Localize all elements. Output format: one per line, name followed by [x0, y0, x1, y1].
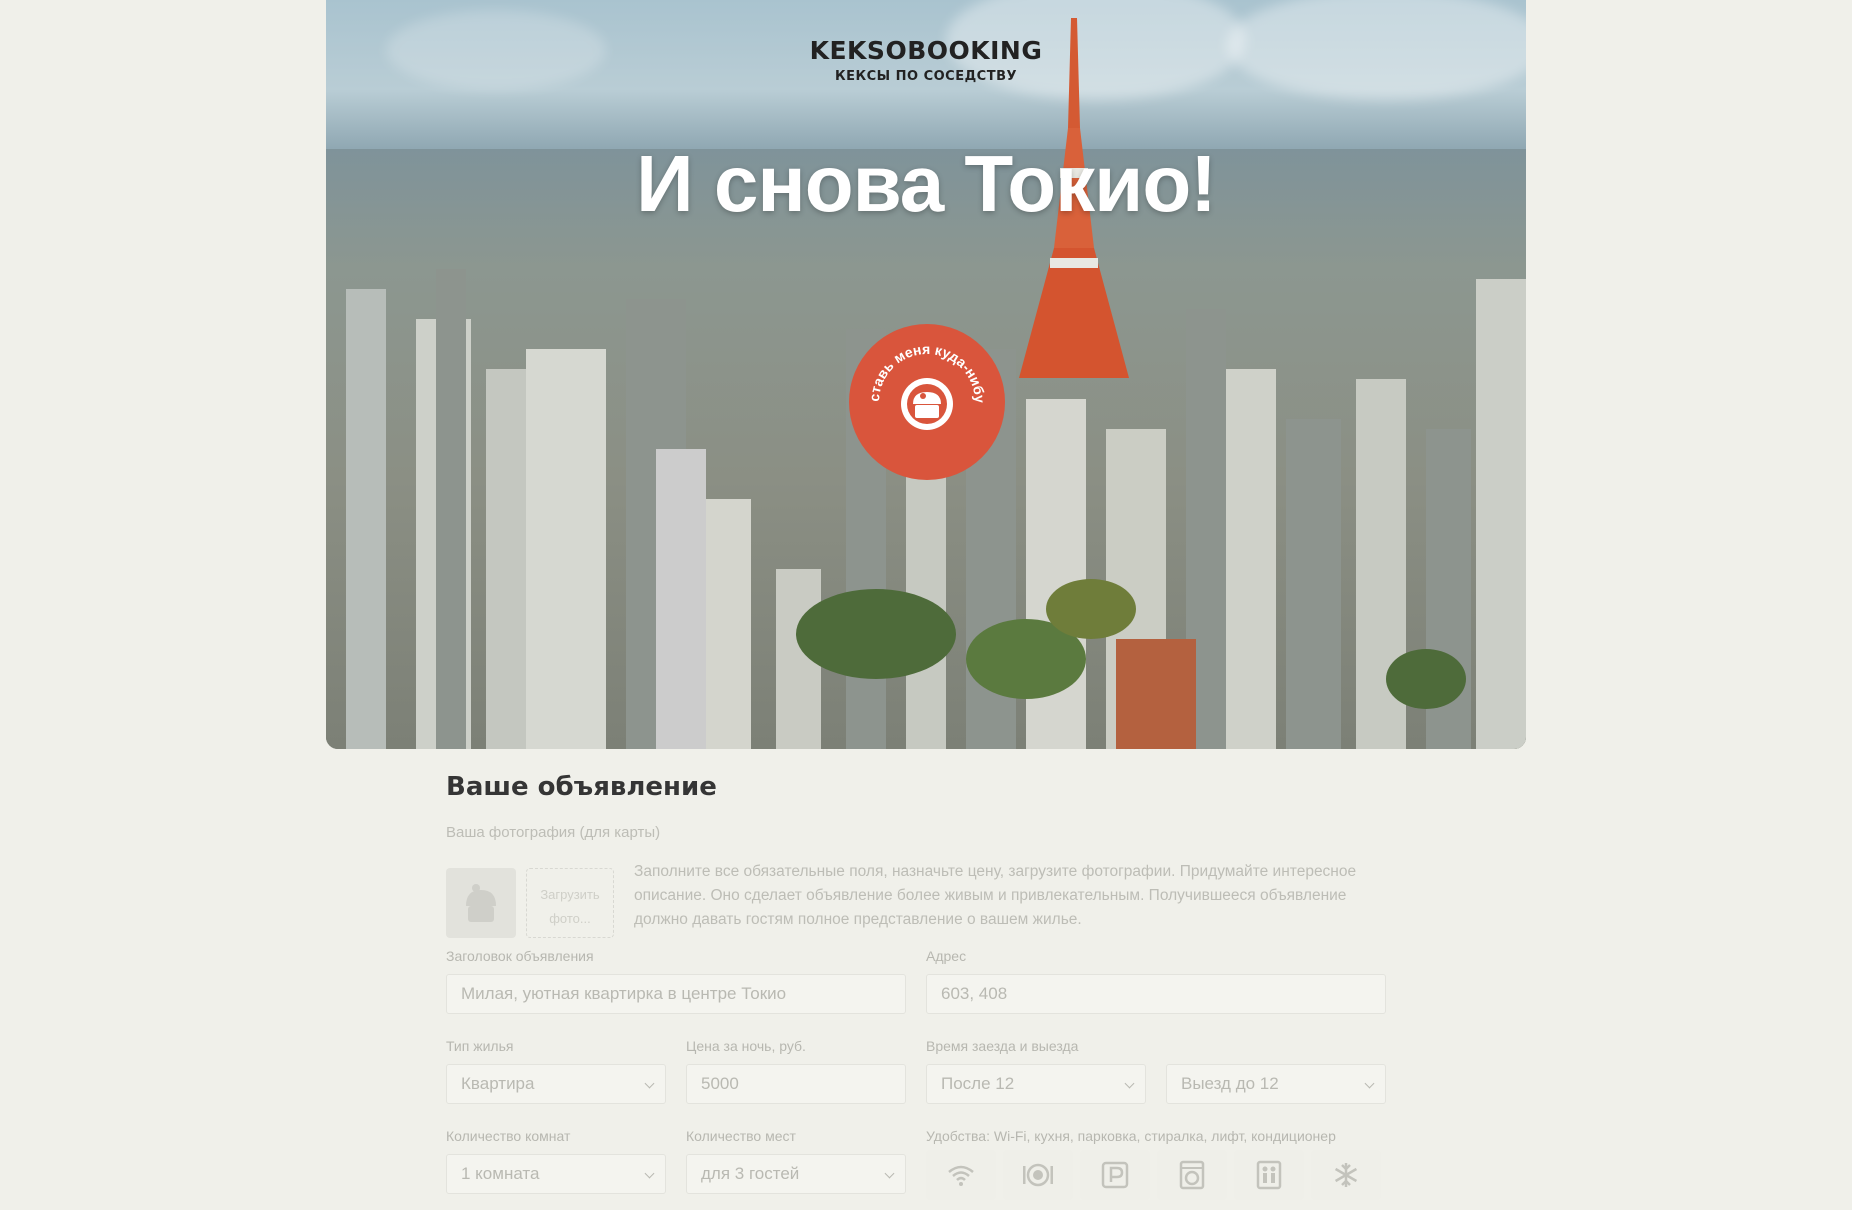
logo: KEKSOBOOKING КЕКСЫ ПО СОСЕДСТВУ — [326, 36, 1526, 84]
photo-label: Ваша фотография (для карты) — [446, 824, 661, 841]
map-hero[interactable]: KEKSOBOOKING КЕКСЫ ПО СОСЕДСТВУ И снова … — [326, 0, 1526, 749]
feature-elevator[interactable] — [1234, 1150, 1304, 1200]
address-label: Адрес — [926, 948, 967, 964]
price-label: Цена за ночь, руб. — [686, 1038, 806, 1054]
avatar-preview — [446, 868, 516, 938]
title-label: Заголовок объявления — [446, 948, 594, 964]
form-hint: Заполните все обязательные поля, назначь… — [634, 863, 1357, 928]
wifi-icon — [948, 1165, 974, 1186]
main-pin[interactable]: Поставь меня куда-нибудь — [849, 324, 1005, 480]
checkin-select[interactable]: После 12 — [926, 1064, 1146, 1104]
elevator-icon — [1256, 1160, 1282, 1190]
main-pin-graphic: Поставь меня куда-нибудь — [849, 324, 988, 430]
checkout-value: Выезд до 12 — [1181, 1074, 1279, 1093]
cupcake-icon — [901, 378, 953, 430]
capacity-value: для 3 гостей — [701, 1164, 800, 1183]
feature-washer[interactable] — [1157, 1150, 1227, 1200]
rooms-label: Количество комнат — [446, 1128, 571, 1144]
address-input[interactable]: 603, 408 — [926, 974, 1386, 1014]
features-label: Удобства: Wi-Fi, кухня, парковка, стирал… — [926, 1128, 1336, 1144]
washer-icon — [1179, 1160, 1205, 1190]
cupcake-icon — [466, 884, 496, 922]
logo-tagline: КЕКСЫ ПО СОСЕДСТВУ — [834, 69, 1018, 84]
capacity-label: Количество мест — [686, 1128, 796, 1144]
type-select[interactable]: Квартира — [446, 1064, 666, 1104]
price-input[interactable]: 5000 — [686, 1064, 906, 1104]
rooms-select[interactable]: 1 комната — [446, 1154, 666, 1194]
dishwasher-icon — [1023, 1163, 1053, 1187]
hero-title: И снова Токио! — [636, 139, 1217, 228]
type-value: Квартира — [461, 1074, 535, 1093]
form-title: Ваше объявление — [446, 772, 717, 802]
feature-dishwasher[interactable] — [1003, 1150, 1073, 1200]
logo-name: KEKSOBOOKING — [809, 36, 1043, 65]
capacity-select[interactable]: для 3 гостей — [686, 1154, 906, 1194]
parking-icon — [1101, 1161, 1129, 1189]
type-label: Тип жилья — [446, 1038, 514, 1054]
checkin-value: После 12 — [941, 1074, 1015, 1093]
feature-parking[interactable] — [1080, 1150, 1150, 1200]
time-label: Время заезда и выезда — [926, 1038, 1079, 1054]
conditioner-icon — [1334, 1163, 1358, 1187]
feature-wifi[interactable] — [926, 1150, 996, 1200]
rooms-value: 1 комната — [461, 1164, 540, 1183]
photo-upload[interactable]: Загрузить фото... — [526, 868, 614, 938]
checkout-select[interactable]: Выезд до 12 — [1166, 1064, 1386, 1104]
feature-conditioner[interactable] — [1311, 1150, 1381, 1200]
title-input[interactable]: Милая, уютная квартирка в центре Токио — [446, 974, 906, 1014]
